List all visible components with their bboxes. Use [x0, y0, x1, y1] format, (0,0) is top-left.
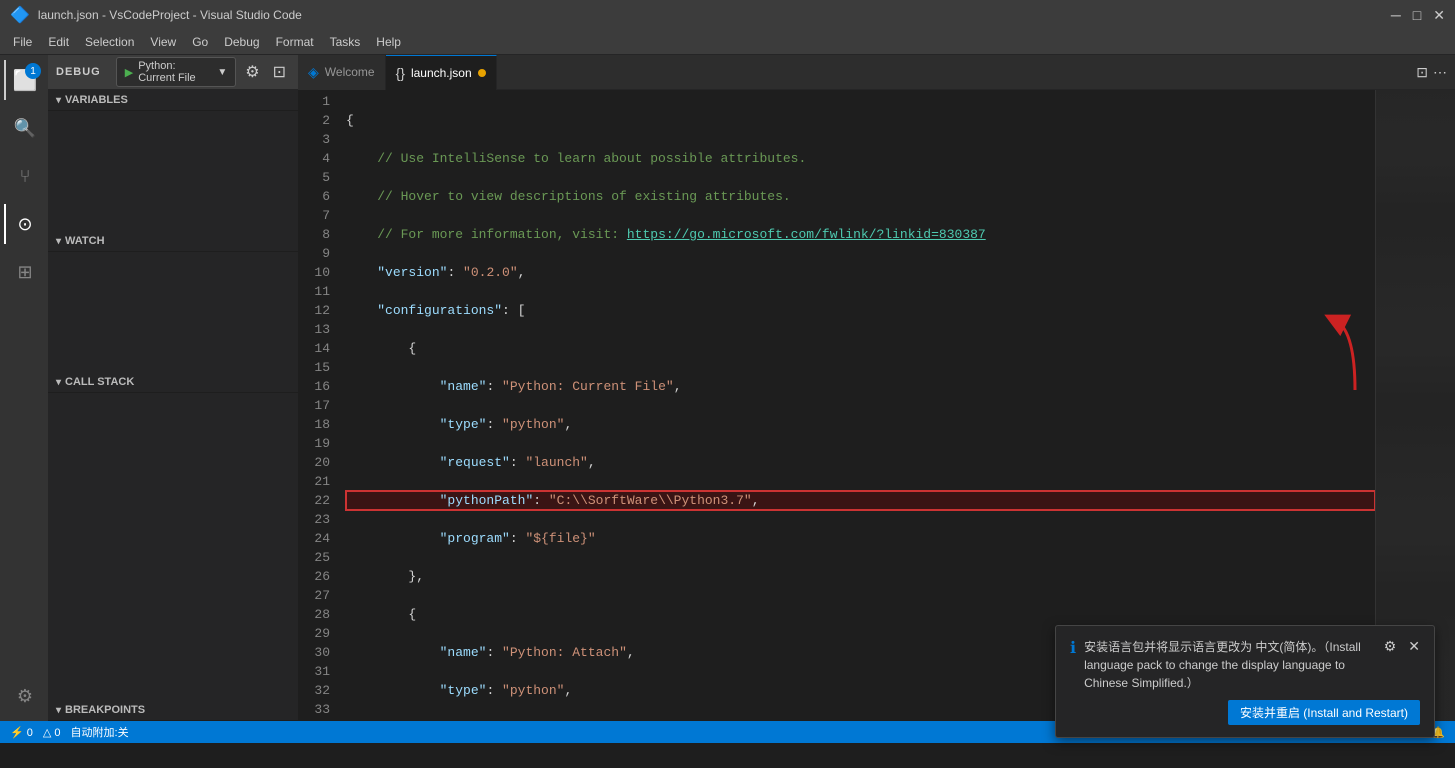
debug-split-icon[interactable]: ⊡: [269, 60, 290, 84]
chevron-down-icon: ▼: [217, 67, 227, 78]
menu-debug[interactable]: Debug: [216, 33, 267, 51]
debug-toolbar: DEBUG ▶ Python: Current File ▼ ⚙ ⊡: [48, 55, 298, 90]
debug-gear-icon[interactable]: ⚙: [241, 60, 263, 84]
activity-bar: ⬜ 1 🔍 ⑂ ⊙ ⊞ ⚙: [0, 55, 48, 721]
menu-help[interactable]: Help: [368, 33, 409, 51]
welcome-tab-icon: ◈: [308, 64, 319, 81]
call-stack-label: CALL STACK: [65, 376, 134, 388]
json-tab-icon: {}: [396, 65, 405, 81]
search-nav[interactable]: 🔍: [4, 108, 44, 148]
explorer-nav[interactable]: ⬜ 1: [4, 60, 44, 100]
variables-section: ▾ VARIABLES: [48, 90, 298, 111]
variables-header[interactable]: ▾ VARIABLES: [48, 90, 298, 110]
call-stack-arrow: ▾: [56, 377, 61, 388]
source-control-nav[interactable]: ⑂: [4, 156, 44, 196]
menu-file[interactable]: File: [5, 33, 40, 51]
source-control-icon: ⑂: [20, 166, 31, 187]
notification-actions: 安装并重启 (Install and Restart): [1070, 700, 1420, 725]
menu-edit[interactable]: Edit: [40, 33, 77, 51]
watch-arrow: ▾: [56, 236, 61, 247]
tab-bar: ◈ Welcome {} launch.json ⊡ ⋯: [298, 55, 1455, 90]
vscode-logo: 🔷: [10, 5, 30, 25]
menu-view[interactable]: View: [142, 33, 184, 51]
window-controls: ─ □ ✕: [1391, 7, 1445, 24]
settings-nav[interactable]: ⚙: [4, 676, 44, 716]
notification-gear-icon[interactable]: ⚙: [1384, 638, 1397, 655]
menu-selection[interactable]: Selection: [77, 33, 142, 51]
debug-sidebar: DEBUG ▶ Python: Current File ▼ ⚙ ⊡ ▾ VAR…: [48, 55, 298, 721]
tab-welcome[interactable]: ◈ Welcome: [298, 55, 386, 90]
welcome-tab-label: Welcome: [325, 65, 375, 79]
error-count[interactable]: ⚡ 0: [10, 726, 33, 739]
watch-header[interactable]: ▾ WATCH: [48, 231, 298, 251]
watch-section: ▾ WATCH: [48, 231, 298, 252]
notification-info-icon: ℹ: [1070, 638, 1076, 658]
extensions-icon: ⊞: [17, 262, 32, 283]
play-icon: ▶: [125, 66, 133, 79]
split-editor-icon[interactable]: ⊡: [1416, 64, 1428, 81]
badge: 1: [25, 63, 41, 79]
more-actions-icon[interactable]: ⋯: [1433, 64, 1447, 81]
variables-label: VARIABLES: [65, 94, 128, 106]
notification-popup: ℹ 安装语言包并将显示语言更改为 中文(简体)。（Install languag…: [1055, 625, 1435, 738]
debug-run-button[interactable]: ▶ Python: Current File ▼: [116, 57, 237, 87]
call-stack-section: ▾ CALL STACK: [48, 372, 298, 393]
breakpoints-arrow: ▾: [56, 705, 61, 716]
notification-close-button[interactable]: ✕: [1408, 638, 1420, 655]
breakpoints-header[interactable]: ▾ BREAKPOINTS: [48, 700, 298, 720]
modified-indicator: [478, 69, 486, 77]
notification-text: 安装语言包并将显示语言更改为 中文(简体)。（Install language …: [1084, 638, 1376, 692]
breakpoints-label: BREAKPOINTS: [65, 704, 145, 716]
watch-label: WATCH: [65, 235, 105, 247]
launch-json-tab-label: launch.json: [411, 66, 472, 80]
debug-label: DEBUG: [56, 66, 111, 78]
extensions-nav[interactable]: ⊞: [4, 252, 44, 292]
editor-area: ◈ Welcome {} launch.json ⊡ ⋯ 1234 5678 9…: [298, 55, 1455, 721]
debug-icon: ⊙: [17, 214, 32, 235]
warning-count[interactable]: △ 0: [43, 726, 61, 739]
title-bar: 🔷 launch.json - VsCodeProject - Visual S…: [0, 0, 1455, 30]
main-content: ⬜ 1 🔍 ⑂ ⊙ ⊞ ⚙: [0, 55, 1455, 721]
line-numbers: 1234 5678 9101112 13141516 17181920 2122…: [298, 90, 338, 721]
window-title: launch.json - VsCodeProject - Visual Stu…: [38, 8, 302, 22]
menu-format[interactable]: Format: [268, 33, 322, 51]
tab-area-actions: ⊡ ⋯: [1416, 64, 1455, 81]
tab-launch-json[interactable]: {} launch.json: [386, 55, 497, 90]
status-left: ⚡ 0 △ 0 自动附加:关: [10, 724, 129, 740]
variables-arrow: ▾: [56, 95, 61, 106]
auto-attach[interactable]: 自动附加:关: [71, 724, 129, 740]
call-stack-header[interactable]: ▾ CALL STACK: [48, 372, 298, 392]
minimize-button[interactable]: ─: [1391, 7, 1401, 24]
close-button[interactable]: ✕: [1433, 7, 1445, 24]
breakpoints-section: ▾ BREAKPOINTS: [48, 700, 298, 721]
menu-go[interactable]: Go: [184, 33, 216, 51]
debug-nav[interactable]: ⊙: [4, 204, 44, 244]
gear-icon: ⚙: [17, 686, 33, 707]
menu-tasks[interactable]: Tasks: [322, 33, 369, 51]
menu-bar: File Edit Selection View Go Debug Format…: [0, 30, 1455, 55]
install-restart-button[interactable]: 安装并重启 (Install and Restart): [1228, 700, 1420, 725]
maximize-button[interactable]: □: [1413, 7, 1421, 24]
debug-config-name: Python: Current File: [138, 60, 212, 84]
search-icon: 🔍: [14, 118, 36, 139]
notification-header: ℹ 安装语言包并将显示语言更改为 中文(简体)。（Install languag…: [1070, 638, 1420, 692]
